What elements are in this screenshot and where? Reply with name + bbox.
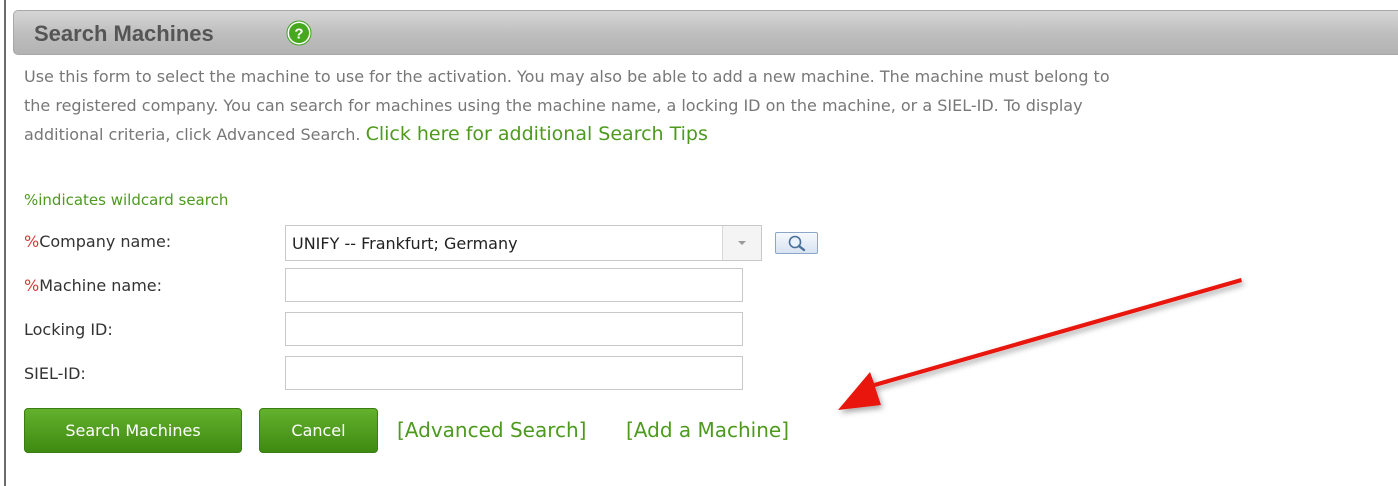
locking-id-input[interactable] <box>285 312 743 346</box>
add-machine-link[interactable]: [Add a Machine] <box>626 418 789 442</box>
machine-name-input[interactable] <box>285 268 743 302</box>
page-title: Search Machines <box>34 21 214 46</box>
search-machines-button[interactable]: Search Machines <box>24 408 242 453</box>
question-circle-icon[interactable]: ? <box>286 20 312 46</box>
wildcard-marker: % <box>24 232 40 251</box>
company-name-value: UNIFY -- Frankfurt; Germany <box>292 234 518 253</box>
company-lookup-button[interactable] <box>775 232 818 254</box>
machine-name-label: %Machine name: <box>24 276 163 295</box>
intro-paragraph: Use this form to select the machine to u… <box>24 62 1134 149</box>
wildcard-note: %indicates wildcard search <box>24 191 229 209</box>
section-header: Search Machines ? <box>13 10 1398 55</box>
magnifier-icon <box>788 235 805 252</box>
annotation-arrow <box>838 278 1242 410</box>
left-border <box>4 0 6 486</box>
svg-text:?: ? <box>294 26 303 43</box>
search-tips-link[interactable]: Click here for additional Search Tips <box>366 123 708 145</box>
cancel-button[interactable]: Cancel <box>259 408 378 453</box>
advanced-search-link[interactable]: [Advanced Search] <box>397 418 586 442</box>
locking-id-label: Locking ID: <box>24 320 113 339</box>
wildcard-marker: % <box>24 276 40 295</box>
siel-id-label: SIEL-ID: <box>24 364 86 383</box>
company-name-label: %Company name: <box>24 232 172 251</box>
company-name-select[interactable]: UNIFY -- Frankfurt; Germany <box>285 225 762 261</box>
siel-id-input[interactable] <box>285 356 743 390</box>
chevron-down-icon[interactable] <box>722 226 761 260</box>
